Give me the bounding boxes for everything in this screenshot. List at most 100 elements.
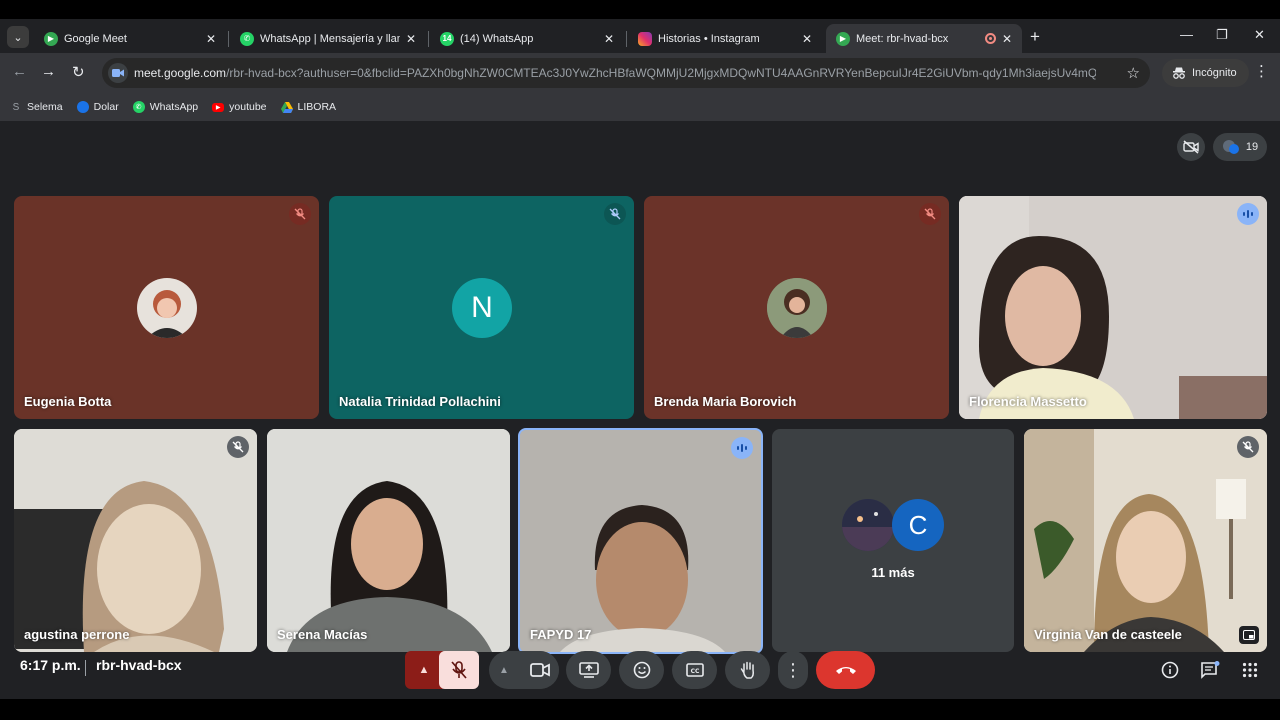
video-feed-florencia xyxy=(959,196,1267,419)
close-icon[interactable]: ✕ xyxy=(1002,32,1012,46)
address-bar[interactable]: meet.google.com /rbr-hvad-bcx?authuser=0… xyxy=(102,58,1150,88)
muted-mic-icon xyxy=(919,203,941,225)
mic-toggle-button[interactable] xyxy=(439,651,479,689)
participant-tile-florencia[interactable]: Florencia Massetto xyxy=(959,196,1267,419)
reactions-button[interactable] xyxy=(619,651,664,689)
svg-text:CC: CC xyxy=(690,668,699,675)
close-icon[interactable]: ✕ xyxy=(604,32,614,46)
participants-button[interactable]: 19 xyxy=(1213,133,1267,161)
bookmark-libora[interactable]: LIBORA xyxy=(280,101,337,113)
browser-menu-icon[interactable]: ⋮ xyxy=(1254,62,1269,80)
speaking-indicator-icon xyxy=(1237,203,1259,225)
camera-icon xyxy=(530,663,550,677)
browser-toolbar: ← → ↻ meet.google.com /rbr-hvad-bcx?auth… xyxy=(0,53,1280,93)
incognito-icon xyxy=(1173,67,1185,79)
participant-name: Eugenia Botta xyxy=(24,394,112,409)
bookmark-youtube[interactable]: ▶ youtube xyxy=(212,101,267,113)
tab-label: Meet: rbr-hvad-bcx xyxy=(856,32,949,45)
muted-mic-icon xyxy=(289,203,311,225)
tab-whatsapp[interactable]: 14 (14) WhatsApp ✕ xyxy=(430,24,624,53)
back-button[interactable]: ← xyxy=(12,63,27,80)
close-icon[interactable]: ✕ xyxy=(406,32,416,46)
participant-tile-serena[interactable]: Serena Macías xyxy=(267,429,510,652)
bookmark-label: youtube xyxy=(229,101,267,113)
audio-options-chevron-icon[interactable]: ▲ xyxy=(405,651,443,689)
present-screen-button[interactable] xyxy=(566,651,611,689)
raise-hand-button[interactable] xyxy=(725,651,770,689)
video-options-chevron-icon[interactable]: ▲ xyxy=(499,665,509,676)
muted-mic-icon xyxy=(227,436,249,458)
bookmarks-bar: S Selema Dolar ✆ WhatsApp ▶ youtube LIBO… xyxy=(0,93,1280,121)
incognito-badge[interactable]: Incógnito xyxy=(1162,59,1249,87)
window-close-button[interactable]: ✕ xyxy=(1254,27,1265,43)
tab-separator xyxy=(228,31,229,47)
video-feed-serena xyxy=(267,429,510,652)
bookmark-star-icon[interactable]: ☆ xyxy=(1127,64,1140,82)
minimize-button[interactable]: — xyxy=(1180,27,1193,42)
participant-tile-fapyd[interactable]: FAPYD 17 xyxy=(518,428,763,654)
tab-google-meet[interactable]: ▶ Google Meet ✕ xyxy=(34,24,226,53)
meet-call-area: 19 Eugenia Botta N Natalia Trinidad Poll… xyxy=(0,121,1280,699)
tab-label: Historias • Instagram xyxy=(658,32,760,45)
bookmark-dolar[interactable]: Dolar xyxy=(76,101,119,113)
video-feed-fapyd xyxy=(520,430,761,652)
selema-icon: S xyxy=(12,101,20,113)
end-call-button[interactable] xyxy=(816,651,875,689)
meet-camera-icon[interactable] xyxy=(108,63,128,83)
hang-up-icon xyxy=(835,667,856,674)
participant-tile-brenda[interactable]: Brenda Maria Borovich xyxy=(644,196,949,419)
meet-control-bar: 6:17 p.m. rbr-hvad-bcx ▲ ▲ CC ⋮ xyxy=(0,639,1280,699)
camera-toggle-button[interactable] xyxy=(521,651,559,689)
divider xyxy=(85,660,86,676)
tab-search-button[interactable]: ⌄ xyxy=(7,26,29,48)
chat-button[interactable] xyxy=(1196,656,1224,684)
meet-icon: ▶ xyxy=(836,31,850,46)
tab-label: (14) WhatsApp xyxy=(460,32,534,45)
reload-button[interactable]: ↻ xyxy=(72,63,85,81)
close-icon[interactable]: ✕ xyxy=(206,32,216,46)
url-path: /rbr-hvad-bcx?authuser=0&fbclid=PAZXh0bg… xyxy=(226,66,1097,80)
mic-control-group: ▲ xyxy=(405,651,479,689)
participant-name: Brenda Maria Borovich xyxy=(654,394,797,409)
captions-button[interactable]: CC xyxy=(672,651,717,689)
more-options-icon[interactable]: ⋮ xyxy=(778,651,808,689)
dolar-icon xyxy=(76,101,89,113)
new-tab-button[interactable]: + xyxy=(1030,27,1040,47)
tab-strip: ⌄ ▶ Google Meet ✕ ✆ WhatsApp | Mensajerí… xyxy=(0,19,1280,53)
mic-off-icon xyxy=(451,661,467,679)
meeting-details-button[interactable] xyxy=(1156,656,1184,684)
chat-icon xyxy=(1201,661,1220,679)
participant-tile-eugenia[interactable]: Eugenia Botta xyxy=(14,196,319,419)
incognito-label: Incógnito xyxy=(1192,67,1237,79)
bookmark-label: LIBORA xyxy=(297,101,337,113)
url-host: meet.google.com xyxy=(134,66,227,80)
tab-meet-active[interactable]: ▶ Meet: rbr-hvad-bcx ✕ xyxy=(826,24,1022,53)
hand-icon xyxy=(740,661,754,679)
others-tile[interactable]: C 11 más xyxy=(772,429,1014,652)
video-off-icon xyxy=(1183,140,1199,154)
avatar-other-participant xyxy=(842,499,894,551)
tab-instagram[interactable]: Historias • Instagram ✕ xyxy=(628,24,822,53)
participants-avatars-icon xyxy=(1222,140,1239,154)
present-icon xyxy=(578,662,599,678)
tab-separator xyxy=(428,31,429,47)
drive-icon xyxy=(280,101,293,113)
participant-tile-natalia[interactable]: N Natalia Trinidad Pollachini xyxy=(329,196,634,419)
activities-button[interactable] xyxy=(1236,656,1264,684)
avatar-brenda xyxy=(767,278,827,338)
camera-control-group: ▲ xyxy=(489,651,559,689)
participant-tile-agustina[interactable]: agustina perrone xyxy=(14,429,257,652)
restore-button[interactable]: ❐ xyxy=(1216,27,1228,43)
tab-label: WhatsApp | Mensajería y llamadas xyxy=(260,32,400,45)
participant-tile-virginia[interactable]: Virginia Van de casteele xyxy=(1024,429,1267,652)
meeting-code: rbr-hvad-bcx xyxy=(96,657,182,673)
tab-whatsapp-web[interactable]: ✆ WhatsApp | Mensajería y llamadas ✕ xyxy=(230,24,426,53)
forward-button[interactable]: → xyxy=(41,63,56,80)
apps-grid-icon xyxy=(1242,662,1258,678)
avatar-c: C xyxy=(892,499,944,551)
captions-icon: CC xyxy=(685,663,704,677)
bookmark-whatsapp[interactable]: ✆ WhatsApp xyxy=(132,101,198,113)
close-icon[interactable]: ✕ xyxy=(802,32,812,46)
bookmark-selema[interactable]: S Selema xyxy=(10,101,63,113)
hide-tiles-button[interactable] xyxy=(1177,133,1205,161)
